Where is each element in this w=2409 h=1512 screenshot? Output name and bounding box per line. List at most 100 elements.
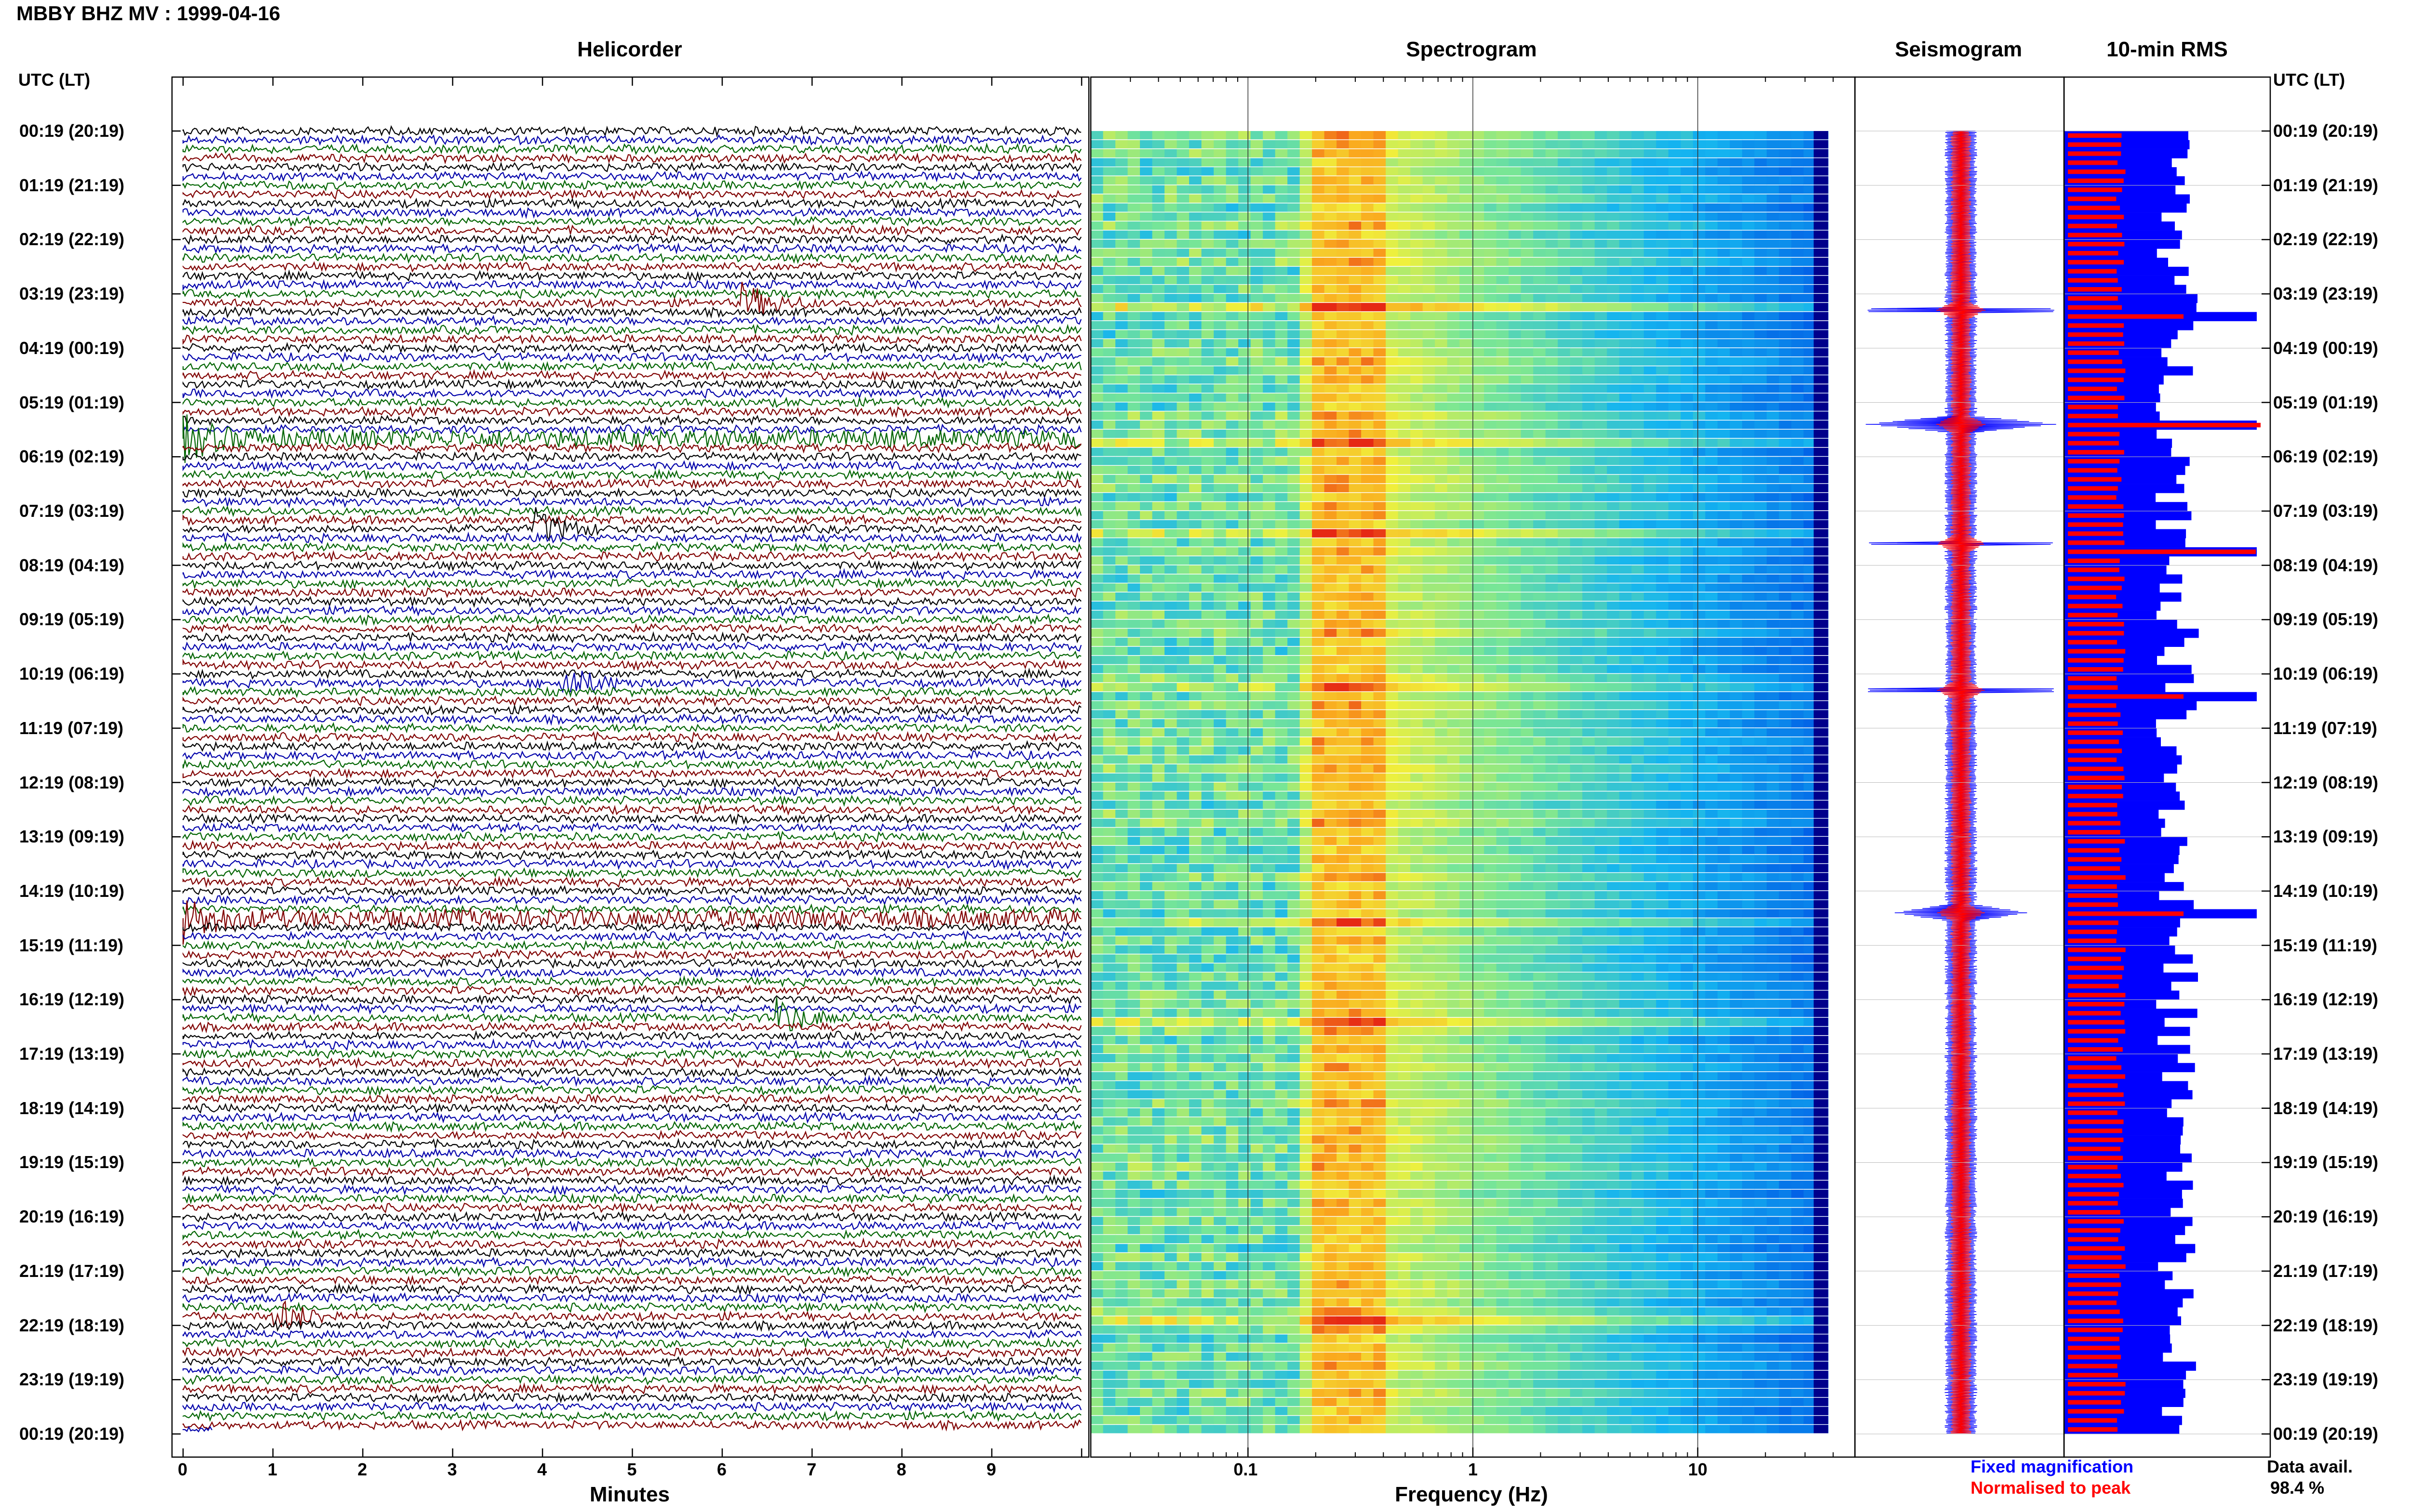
spectrogram-cell <box>1545 375 1558 384</box>
spectrogram-cell <box>1152 520 1165 528</box>
spectrogram-cell <box>1459 637 1472 646</box>
spectrogram-cell <box>1349 565 1362 574</box>
spectrogram-cell <box>1594 438 1607 447</box>
spectrogram-cell <box>1410 221 1423 230</box>
spectrogram-cell <box>1398 149 1411 158</box>
spectrogram-cell <box>1103 692 1116 700</box>
spectrogram-cell <box>1779 203 1792 212</box>
spectrogram-cell <box>1398 384 1411 393</box>
spectrogram-cell <box>1754 556 1767 565</box>
spectrogram-cell <box>1337 665 1350 673</box>
spectrogram-cell <box>1324 565 1337 574</box>
spectrogram-cell <box>1201 574 1214 583</box>
spectrogram-cell <box>1533 493 1546 501</box>
spectrogram-cell <box>1619 484 1632 492</box>
spectrogram-cell <box>1681 493 1694 501</box>
spectrogram-cell <box>1779 583 1792 592</box>
spectrogram-cell <box>1717 239 1730 248</box>
spectrogram-cell <box>1813 149 1828 158</box>
spectrogram-cell <box>1533 474 1546 484</box>
spectrogram-cell <box>1373 809 1386 818</box>
spectrogram-cell <box>1275 239 1288 248</box>
spectrogram-cell <box>1471 393 1484 402</box>
helicorder-trace-line <box>182 1409 1082 1422</box>
spectrogram-cell <box>1299 466 1312 474</box>
spectrogram-cell <box>1238 828 1251 836</box>
spectrogram-cell <box>1681 239 1694 248</box>
spectrogram-cell <box>1189 683 1202 692</box>
spectrogram-cell <box>1570 348 1583 357</box>
spectrogram-cell <box>1558 674 1571 683</box>
spectrogram-cell <box>1275 737 1288 746</box>
spectrogram-cell <box>1226 773 1239 782</box>
spectrogram-cell <box>1091 809 1104 818</box>
spectrogram-cell <box>1275 710 1288 719</box>
spectrogram-cell <box>1813 809 1828 818</box>
spectrogram-cell <box>1545 728 1558 737</box>
spectrogram-cell <box>1742 348 1755 357</box>
spectrogram-cell <box>1373 366 1386 375</box>
spectrogram-cell <box>1226 791 1239 800</box>
spectrogram-cell <box>1730 185 1743 194</box>
spectrogram-cell <box>1693 674 1706 683</box>
spectrogram-cell <box>1533 547 1546 556</box>
spectrogram-cell <box>1422 230 1435 239</box>
spectrogram-cell <box>1533 421 1546 429</box>
helicorder-trace-line <box>182 1419 1082 1432</box>
spectrogram-cell <box>1496 357 1509 366</box>
spectrogram-cell <box>1201 266 1214 276</box>
spectrogram-cell <box>1238 131 1251 140</box>
spectrogram-cell <box>1165 746 1178 755</box>
spectrogram-cell <box>1312 393 1325 402</box>
spectrogram-cell <box>1471 302 1484 312</box>
spectrogram-cell <box>1693 258 1706 266</box>
spectrogram-cell <box>1263 230 1276 239</box>
spectrogram-cell <box>1730 230 1743 239</box>
spectrogram-cell <box>1459 846 1472 855</box>
spectrogram-cell <box>1693 629 1706 637</box>
spectrogram-cell <box>1263 728 1276 737</box>
spectrogram-cell <box>1226 176 1239 185</box>
spectrogram-cell <box>1127 348 1140 357</box>
spectrogram-cell <box>1189 619 1202 628</box>
spectrogram-cell <box>1533 266 1546 276</box>
spectrogram-cell <box>1607 357 1620 366</box>
spectrogram-cell <box>1299 348 1312 357</box>
spectrogram-cell <box>1386 348 1399 357</box>
spectrogram-cell <box>1496 176 1509 185</box>
spectrogram-cell <box>1484 185 1497 194</box>
spectrogram-cell <box>1435 185 1448 194</box>
spectrogram-cell <box>1189 438 1202 447</box>
spectrogram-cell <box>1668 249 1681 257</box>
spectrogram-cell <box>1299 701 1312 710</box>
spectrogram-cell <box>1509 176 1522 185</box>
spectrogram-cell <box>1337 592 1350 601</box>
spectrogram-cell <box>1570 294 1583 302</box>
spectrogram-cell <box>1521 637 1534 646</box>
spectrogram-cell <box>1681 755 1694 764</box>
spectrogram-cell <box>1705 393 1718 402</box>
spectrogram-cell <box>1398 683 1411 692</box>
spectrogram-cell <box>1263 746 1276 755</box>
spectrogram-cell <box>1422 131 1435 140</box>
spectrogram-cell <box>1373 167 1386 176</box>
spectrogram-cell <box>1582 140 1595 149</box>
spectrogram-cell <box>1337 421 1350 429</box>
spectrogram-cell <box>1337 656 1350 664</box>
spectrogram-cell <box>1533 429 1546 438</box>
spectrogram-cell <box>1533 782 1546 791</box>
spectrogram-cell <box>1681 457 1694 465</box>
spectrogram-cell <box>1459 348 1472 357</box>
spectrogram-cell <box>1238 203 1251 212</box>
spectrogram-cell <box>1558 701 1571 710</box>
spectrogram-cell <box>1238 411 1251 420</box>
spectrogram-cell <box>1349 140 1362 149</box>
spectrogram-cell <box>1496 565 1509 574</box>
spectrogram-cell <box>1115 837 1128 845</box>
spectrogram-cell <box>1521 755 1534 764</box>
spectrogram-cell <box>1398 411 1411 420</box>
spectrogram-cell <box>1214 312 1227 320</box>
spectrogram-cell <box>1656 502 1669 511</box>
spectrogram-cell <box>1263 185 1276 194</box>
spectrogram-cell <box>1422 294 1435 302</box>
